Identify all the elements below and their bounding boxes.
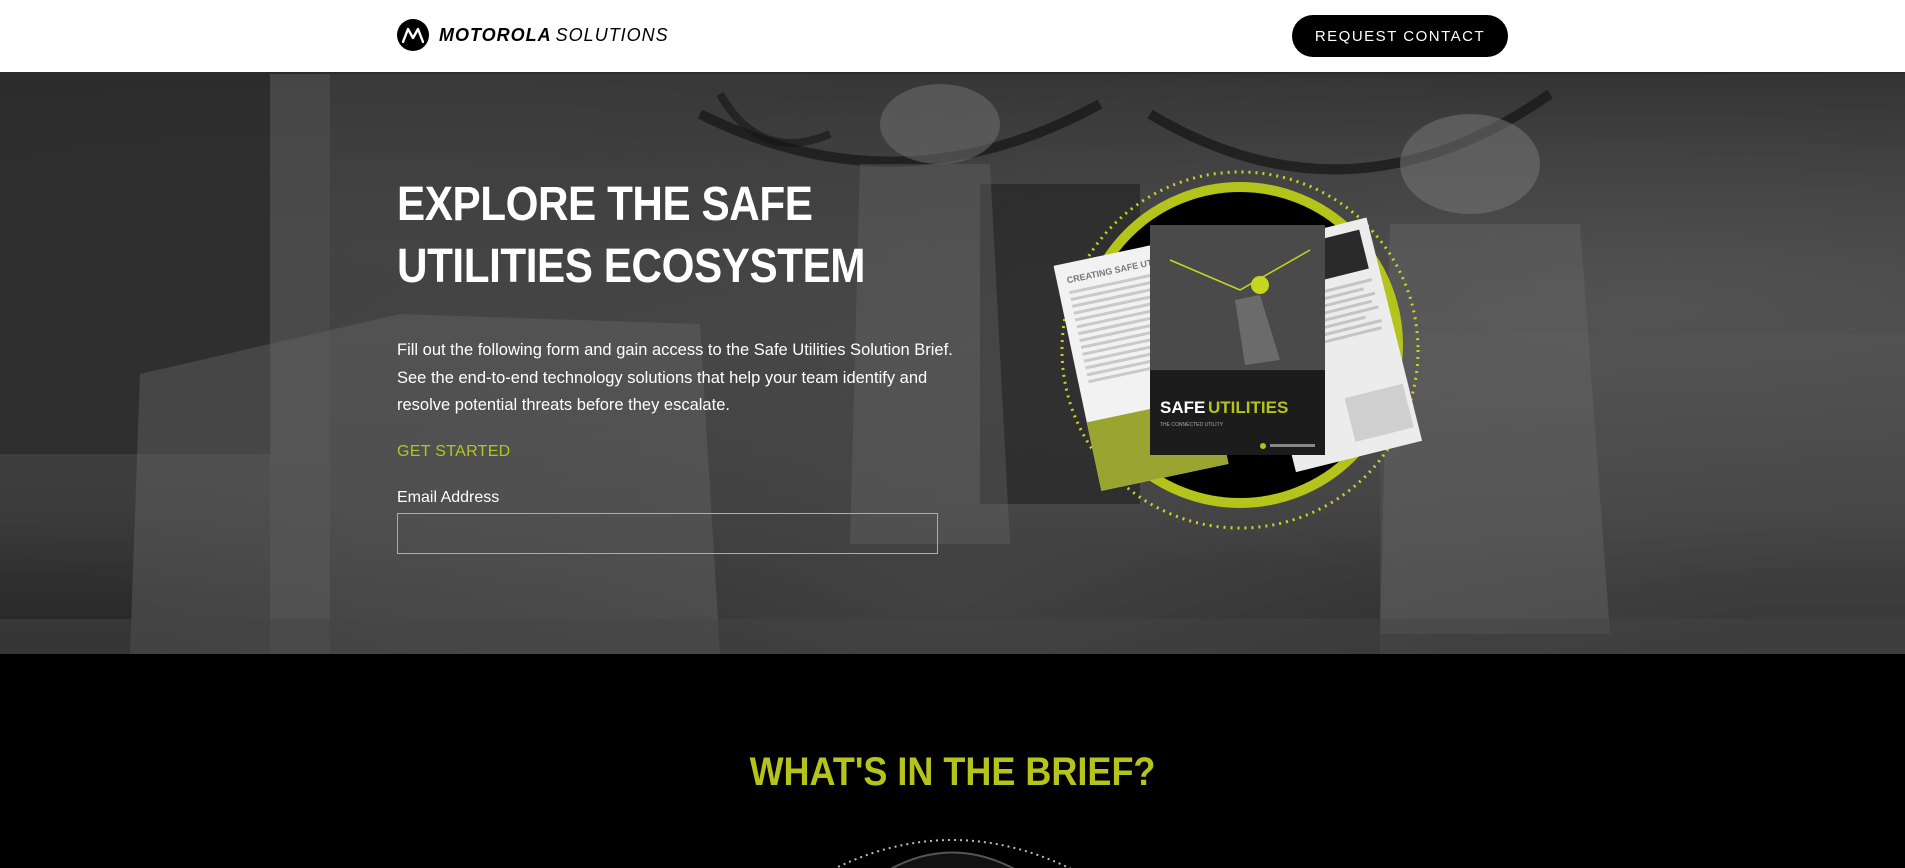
email-label: Email Address [397, 489, 500, 506]
get-started-link[interactable]: GET STARTED [397, 443, 511, 461]
logo-wordmark: MOTOROLA SOLUTIONS [439, 25, 669, 46]
email-input[interactable] [397, 513, 938, 554]
brochure-cover-title-2: UTILITIES [1208, 398, 1288, 417]
hero-title: EXPLORE THE SAFE UTILITIES ECOSYSTEM [397, 174, 925, 298]
brief-ring-graphic [833, 839, 1072, 868]
hero-title-line1: EXPLORE THE SAFE [397, 178, 813, 231]
site-header: MOTOROLA SOLUTIONS REQUEST CONTACT [0, 0, 1905, 74]
hero-title-line2: UTILITIES ECOSYSTEM [397, 240, 866, 293]
hero-section: EXPLORE THE SAFE UTILITIES ECOSYSTEM Fil… [0, 74, 1905, 654]
brochure-cover-title-1: SAFE [1160, 398, 1205, 417]
motorola-m-icon [397, 19, 429, 51]
logo-brand: MOTOROLA [439, 24, 552, 45]
hero-description: Fill out the following form and gain acc… [397, 341, 953, 414]
request-contact-button[interactable]: REQUEST CONTACT [1292, 15, 1508, 57]
motorola-logo[interactable]: MOTOROLA SOLUTIONS [397, 19, 669, 51]
solution-brief-graphic: CREATING SAFE UTILITIES SAFE UTILITIES T… [1030, 170, 1450, 550]
brochure-cover-subtitle: THE CONNECTED UTILITY [1160, 422, 1224, 428]
brief-section-title: WHAT'S IN THE BRIEF? [749, 750, 1156, 794]
logo-brand-sub: SOLUTIONS [555, 24, 669, 45]
